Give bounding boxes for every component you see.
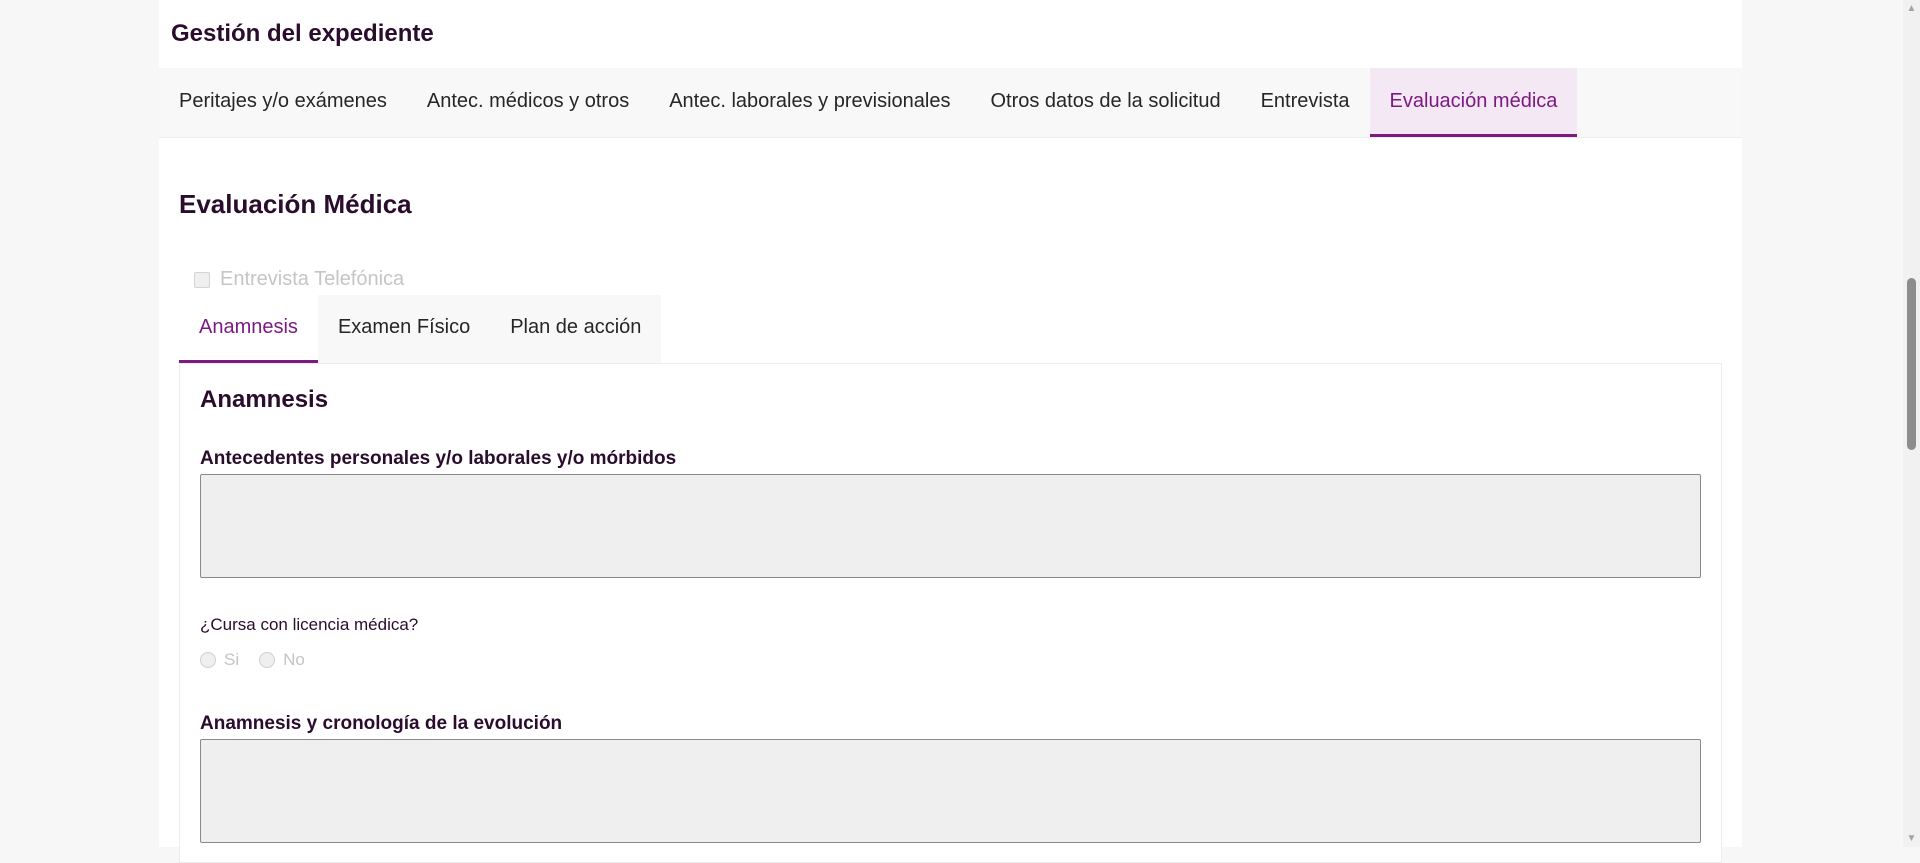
tab-peritajes[interactable]: Peritajes y/o exámenes [159,68,407,137]
section-title: Evaluación Médica [179,189,412,219]
tab-antec-laborales[interactable]: Antec. laborales y previsionales [649,68,970,137]
anamnesis-panel: Anamnesis Antecedentes personales y/o la… [179,363,1722,863]
radio-no[interactable] [259,652,276,668]
phone-interview-option: Entrevista Telefónica [194,268,404,291]
sub-tabs: Anamnesis Examen Físico Plan de acción [179,295,662,363]
antecedentes-textarea[interactable] [200,474,1701,578]
radio-si-label: Si [224,650,240,669]
tab-entrevista[interactable]: Entrevista [1241,68,1370,137]
scroll-down-arrow-icon[interactable]: ▼ [1903,830,1920,847]
license-question: ¿Cursa con licencia médica? [200,615,419,634]
page-scrollbar[interactable]: ▲ ▼ [1903,0,1920,847]
subtab-examen-fisico[interactable]: Examen Físico [318,295,490,363]
anamnesis-textarea[interactable] [200,739,1701,843]
page-card: Gestión del expediente Peritajes y/o exá… [159,0,1742,863]
radio-si[interactable] [200,652,216,668]
license-radio-group: Si No [200,650,305,670]
tab-antec-medicos[interactable]: Antec. médicos y otros [407,68,649,137]
anamnesis-label: Anamnesis y cronología de la evolución [200,713,563,734]
license-option-no[interactable]: No [259,650,305,670]
scroll-up-arrow-icon[interactable]: ▲ [1903,0,1920,17]
page-title: Gestión del expediente [171,20,434,47]
antecedentes-label: Antecedentes personales y/o laborales y/… [200,448,677,469]
main-tabs: Peritajes y/o exámenes Antec. médicos y … [159,68,1742,138]
phone-interview-label: Entrevista Telefónica [220,268,405,290]
panel-title: Anamnesis [200,386,329,413]
subtab-plan-accion[interactable]: Plan de acción [490,295,661,363]
radio-no-label: No [283,650,305,669]
phone-interview-checkbox[interactable] [194,271,210,288]
tab-otros-datos[interactable]: Otros datos de la solicitud [970,68,1240,137]
subtab-anamnesis[interactable]: Anamnesis [179,295,318,363]
scroll-thumb[interactable] [1907,278,1916,450]
license-option-si[interactable]: Si [200,650,239,670]
tab-evaluacion-medica[interactable]: Evaluación médica [1369,68,1578,137]
